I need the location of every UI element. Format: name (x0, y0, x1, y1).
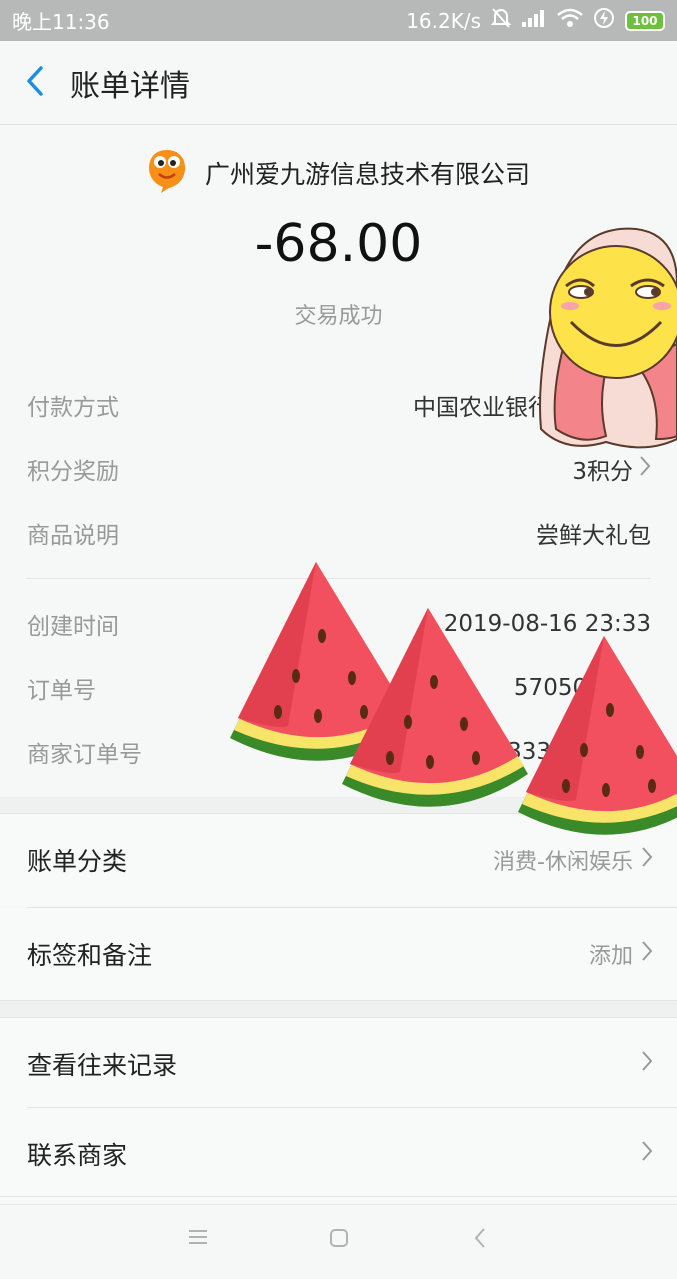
row-label: 查看往来记录 (27, 1051, 178, 1080)
charging-icon (593, 7, 615, 34)
contact-merchant-row[interactable]: 联系商家 (0, 1108, 677, 1200)
page-title: 账单详情 (70, 68, 190, 104)
chevron-right-icon (641, 1050, 653, 1078)
smiley-blanket-sticker (536, 224, 677, 460)
detail-product-desc: 商品说明 尝鲜大礼包 (27, 511, 651, 555)
mute-bell-icon (490, 7, 512, 34)
detail-key: 订单号 (27, 678, 96, 704)
chevron-left-icon (24, 65, 46, 101)
divider (0, 1196, 677, 1197)
detail-key: 商家订单号 (27, 742, 142, 768)
status-bar: 晚上11:36 16.2K/s 100 (0, 0, 677, 41)
net-speed: 16.2K/s (406, 8, 481, 33)
back-button[interactable] (0, 41, 70, 125)
merchant-name: 广州爱九游信息技术有限公司 (204, 160, 530, 189)
row-label: 联系商家 (27, 1141, 128, 1170)
status-time: 晚上11:36 (12, 10, 110, 34)
merchant-info: 广州爱九游信息技术有限公司 (0, 145, 677, 201)
chevron-right-icon (641, 1140, 653, 1168)
detail-key: 付款方式 (27, 395, 119, 421)
detail-value: 尝鲜大礼包 (536, 523, 651, 549)
detail-value: 中国农业银行 (413, 395, 551, 421)
view-history-row[interactable]: 查看往来记录 (0, 1018, 677, 1110)
detail-key: 创建时间 (27, 614, 119, 640)
back-nav-icon[interactable] (472, 1227, 488, 1253)
chevron-right-icon (641, 940, 653, 968)
detail-key: 商品说明 (27, 523, 119, 549)
merchant-logo (147, 148, 187, 198)
row-value: 添加 (588, 944, 633, 969)
wifi-icon (557, 8, 583, 33)
row-label: 标签和备注 (27, 941, 153, 970)
system-nav-bar (0, 1204, 677, 1279)
signal-icon (521, 8, 547, 33)
detail-key: 积分奖励 (27, 459, 119, 485)
app-header: 账单详情 (0, 41, 677, 125)
section-gap (0, 1001, 677, 1017)
watermelon-slice-sticker (516, 634, 677, 858)
row-label: 账单分类 (27, 847, 128, 876)
watermelon-slice-sticker (340, 606, 532, 830)
tags-notes-row[interactable]: 标签和备注 添加 (0, 908, 677, 1000)
home-icon[interactable] (328, 1227, 350, 1253)
battery-icon: 100 (625, 10, 665, 31)
menu-icon[interactable] (187, 1227, 209, 1251)
